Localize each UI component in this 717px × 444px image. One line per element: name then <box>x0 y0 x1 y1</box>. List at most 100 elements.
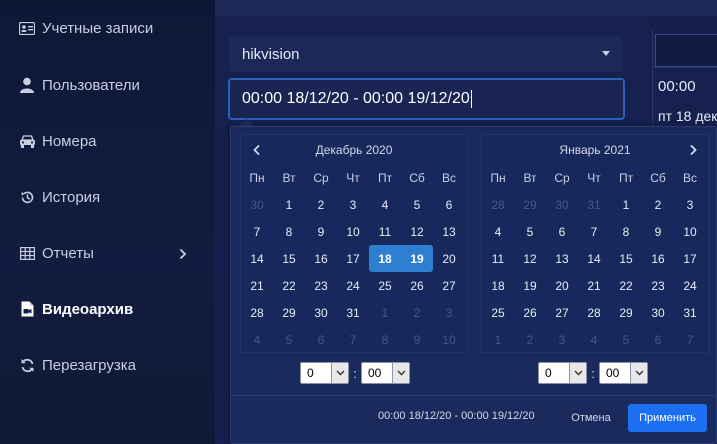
calendar-day[interactable]: 3 <box>433 299 465 326</box>
calendar-day[interactable]: 6 <box>642 326 674 353</box>
calendar-day[interactable]: 9 <box>642 218 674 245</box>
calendar-day[interactable]: 1 <box>369 299 401 326</box>
sidebar-item-plates[interactable]: Номера <box>0 113 215 169</box>
calendar-day[interactable]: 4 <box>369 191 401 218</box>
date-range-input[interactable]: 00:00 18/12/20 - 00:00 19/12/20 <box>228 78 625 120</box>
calendar-day[interactable]: 27 <box>433 272 465 299</box>
calendar-day[interactable]: 13 <box>546 245 578 272</box>
calendar-day[interactable]: 15 <box>273 245 305 272</box>
sidebar-item-accounts[interactable]: Учетные записи <box>0 0 215 56</box>
sidebar-item-reboot[interactable]: Перезагрузка <box>0 337 215 393</box>
calendar-day[interactable]: 23 <box>642 272 674 299</box>
calendar-day[interactable]: 16 <box>305 245 337 272</box>
calendar-day[interactable]: 1 <box>482 326 514 353</box>
calendar-day[interactable]: 5 <box>514 218 546 245</box>
calendar-day[interactable]: 31 <box>337 299 369 326</box>
calendar-day[interactable]: 30 <box>642 299 674 326</box>
calendar-day[interactable]: 31 <box>674 299 706 326</box>
sidebar-item-users[interactable]: Пользователи <box>0 57 215 113</box>
calendar-day[interactable]: 6 <box>546 218 578 245</box>
calendar-day[interactable]: 11 <box>369 218 401 245</box>
calendar-day[interactable]: 22 <box>273 272 305 299</box>
calendar-day[interactable]: 9 <box>401 326 433 353</box>
calendar-day[interactable]: 21 <box>578 272 610 299</box>
calendar-day[interactable]: 27 <box>546 299 578 326</box>
calendar-day[interactable]: 26 <box>401 272 433 299</box>
calendar-day[interactable]: 12 <box>514 245 546 272</box>
calendar-day-selected[interactable]: 18 <box>369 245 401 272</box>
calendar-day[interactable]: 19 <box>514 272 546 299</box>
calendar-day[interactable]: 25 <box>482 299 514 326</box>
calendar-day[interactable]: 1 <box>273 191 305 218</box>
calendar-day[interactable]: 4 <box>482 218 514 245</box>
calendar-day[interactable]: 5 <box>401 191 433 218</box>
calendar-day[interactable]: 10 <box>337 218 369 245</box>
calendar-day[interactable]: 2 <box>401 299 433 326</box>
calendar-day[interactable]: 1 <box>610 191 642 218</box>
sidebar-item-history[interactable]: История <box>0 169 215 225</box>
calendar-day[interactable]: 20 <box>433 245 465 272</box>
calendar-day[interactable]: 2 <box>514 326 546 353</box>
apply-button[interactable]: Применить <box>628 404 707 432</box>
calendar-day[interactable]: 8 <box>273 218 305 245</box>
calendar-day[interactable]: 2 <box>305 191 337 218</box>
calendar-day[interactable]: 30 <box>546 191 578 218</box>
calendar-day[interactable]: 21 <box>241 272 273 299</box>
calendar-day[interactable]: 7 <box>337 326 369 353</box>
end-minute-select[interactable]: 00 <box>599 362 648 384</box>
calendar-day[interactable]: 24 <box>674 272 706 299</box>
calendar-day[interactable]: 17 <box>674 245 706 272</box>
calendar-day[interactable]: 4 <box>241 326 273 353</box>
start-minute-select[interactable]: 00 <box>361 362 410 384</box>
calendar-day[interactable]: 31 <box>578 191 610 218</box>
calendar-day[interactable]: 3 <box>337 191 369 218</box>
calendar-day[interactable]: 18 <box>482 272 514 299</box>
calendar-day[interactable]: 22 <box>610 272 642 299</box>
calendar-day[interactable]: 14 <box>578 245 610 272</box>
calendar-day[interactable]: 4 <box>578 326 610 353</box>
calendar-day-selected[interactable]: 19 <box>401 245 433 272</box>
calendar-day[interactable]: 5 <box>610 326 642 353</box>
calendar-day[interactable]: 15 <box>610 245 642 272</box>
calendar-day[interactable]: 14 <box>241 245 273 272</box>
calendar-day[interactable]: 2 <box>642 191 674 218</box>
calendar-day[interactable]: 20 <box>546 272 578 299</box>
calendar-day[interactable]: 8 <box>610 218 642 245</box>
results-header-field[interactable] <box>655 34 717 67</box>
calendar-day[interactable]: 29 <box>514 191 546 218</box>
calendar-day[interactable]: 9 <box>305 218 337 245</box>
calendar-day[interactable]: 17 <box>337 245 369 272</box>
calendar-day[interactable]: 26 <box>514 299 546 326</box>
calendar-day[interactable]: 12 <box>401 218 433 245</box>
calendar-day[interactable]: 7 <box>578 218 610 245</box>
calendar-day[interactable]: 10 <box>433 326 465 353</box>
calendar-day[interactable]: 30 <box>305 299 337 326</box>
calendar-day[interactable]: 29 <box>610 299 642 326</box>
calendar-day[interactable]: 6 <box>305 326 337 353</box>
calendar-day[interactable]: 7 <box>241 218 273 245</box>
cancel-button[interactable]: Отмена <box>561 405 621 431</box>
end-hour-select[interactable]: 0 <box>538 362 587 384</box>
calendar-day[interactable]: 30 <box>241 191 273 218</box>
sidebar-item-reports[interactable]: Отчеты <box>0 225 215 281</box>
start-hour-select[interactable]: 0 <box>300 362 349 384</box>
calendar-day[interactable]: 28 <box>482 191 514 218</box>
calendar-day[interactable]: 24 <box>337 272 369 299</box>
camera-select[interactable]: hikvision <box>229 36 622 72</box>
calendar-day[interactable]: 7 <box>674 326 706 353</box>
next-month-button[interactable] <box>684 141 702 159</box>
calendar-day[interactable]: 29 <box>273 299 305 326</box>
calendar-day[interactable]: 8 <box>369 326 401 353</box>
calendar-day[interactable]: 16 <box>642 245 674 272</box>
sidebar-item-video-archive[interactable]: Видеоархив <box>0 281 215 337</box>
calendar-day[interactable]: 25 <box>369 272 401 299</box>
calendar-day[interactable]: 23 <box>305 272 337 299</box>
calendar-day[interactable]: 28 <box>241 299 273 326</box>
calendar-day[interactable]: 28 <box>578 299 610 326</box>
calendar-day[interactable]: 13 <box>433 218 465 245</box>
calendar-day[interactable]: 3 <box>546 326 578 353</box>
calendar-day[interactable]: 5 <box>273 326 305 353</box>
calendar-day[interactable]: 3 <box>674 191 706 218</box>
calendar-day[interactable]: 11 <box>482 245 514 272</box>
calendar-day[interactable]: 10 <box>674 218 706 245</box>
